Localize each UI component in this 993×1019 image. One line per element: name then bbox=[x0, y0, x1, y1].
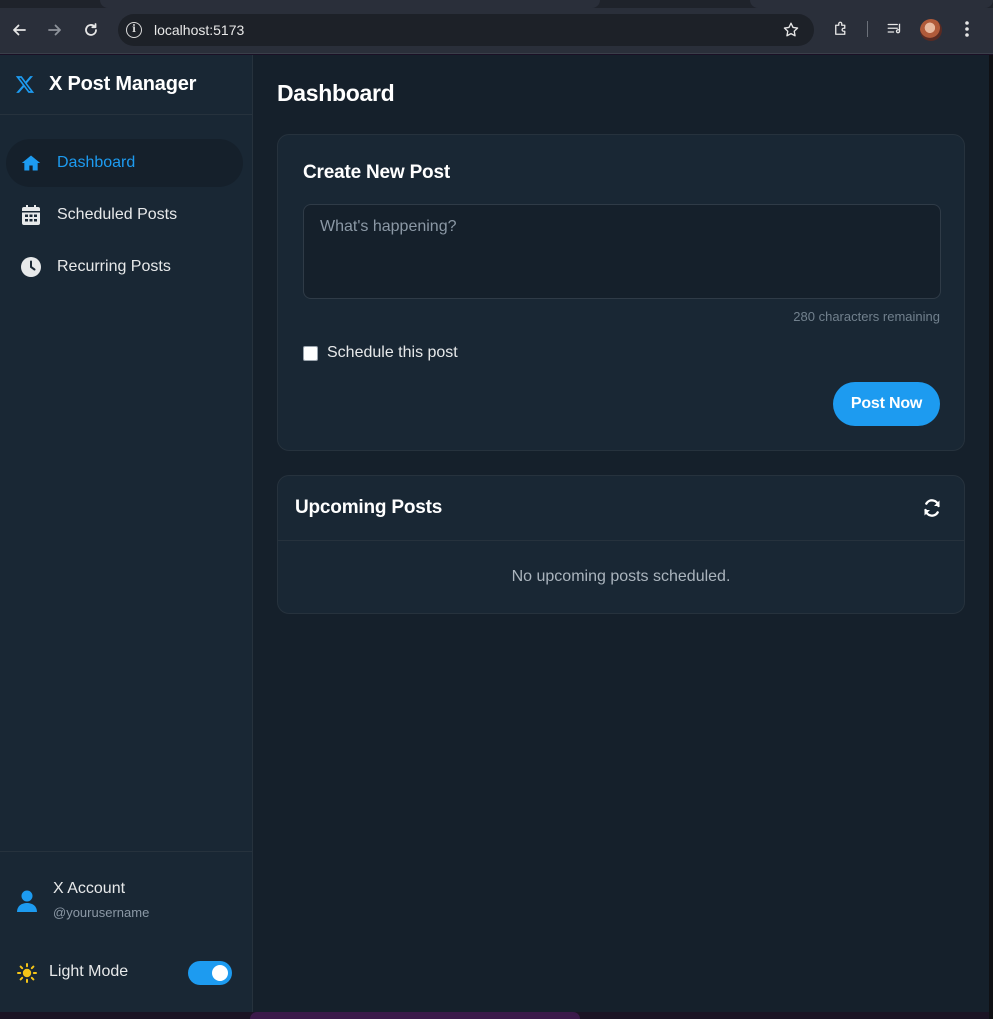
upcoming-posts-header: Upcoming Posts bbox=[278, 476, 964, 541]
site-info-icon[interactable]: i bbox=[126, 22, 142, 38]
character-counter: 280 characters remaining bbox=[793, 309, 940, 324]
sidebar: X Post Manager Dashboard Scheduled Posts… bbox=[0, 55, 253, 1012]
desktop-glow bbox=[250, 1012, 580, 1019]
create-post-card: Create New Post 280 characters remaining… bbox=[277, 134, 965, 451]
reload-icon[interactable] bbox=[79, 18, 103, 42]
post-now-button[interactable]: Post Now bbox=[833, 382, 940, 426]
account-panel: X Account @yourusername Light Mode bbox=[0, 851, 252, 1012]
back-icon[interactable] bbox=[7, 18, 31, 42]
forward-icon[interactable] bbox=[43, 18, 67, 42]
browser-tab[interactable] bbox=[100, 0, 600, 8]
account-handle: @yourusername bbox=[53, 905, 150, 920]
theme-toggle-switch[interactable] bbox=[188, 961, 232, 985]
schedule-checkbox[interactable] bbox=[303, 345, 318, 361]
app-root: X Post Manager Dashboard Scheduled Posts… bbox=[0, 55, 989, 1012]
toolbar-separator bbox=[867, 21, 868, 37]
clock-icon bbox=[21, 257, 41, 277]
sidebar-item-scheduled-posts[interactable]: Scheduled Posts bbox=[6, 191, 243, 239]
address-url[interactable]: localhost:5173 bbox=[154, 22, 244, 38]
sidebar-item-label: Recurring Posts bbox=[57, 258, 171, 275]
account-name: X Account bbox=[53, 880, 126, 897]
tab-strip bbox=[0, 0, 993, 8]
create-post-title: Create New Post bbox=[303, 162, 450, 183]
sidebar-item-label: Scheduled Posts bbox=[57, 206, 178, 223]
theme-toggle-row: Light Mode bbox=[0, 958, 252, 988]
browser-toolbar: i localhost:5173 bbox=[0, 0, 993, 54]
empty-state-text: No upcoming posts scheduled. bbox=[511, 568, 731, 585]
app-name: X Post Manager bbox=[49, 73, 197, 95]
menu-icon[interactable] bbox=[956, 18, 978, 40]
schedule-label[interactable]: Schedule this post bbox=[327, 344, 458, 362]
upcoming-posts-title: Upcoming Posts bbox=[295, 497, 443, 518]
sidebar-item-label: Dashboard bbox=[57, 154, 136, 171]
sidebar-item-recurring-posts[interactable]: Recurring Posts bbox=[6, 243, 243, 291]
schedule-option[interactable]: Schedule this post bbox=[303, 344, 458, 362]
window-edge bbox=[989, 55, 993, 1019]
bookmark-star-icon[interactable] bbox=[782, 21, 800, 44]
browser-tab[interactable] bbox=[750, 0, 993, 8]
sidebar-item-dashboard[interactable]: Dashboard bbox=[6, 139, 243, 187]
extensions-icon[interactable] bbox=[830, 18, 852, 40]
address-bar[interactable]: i localhost:5173 bbox=[118, 14, 814, 46]
post-compose-input[interactable] bbox=[303, 204, 941, 299]
toggle-knob bbox=[212, 965, 228, 981]
refresh-icon[interactable] bbox=[922, 498, 942, 518]
sidebar-nav: Dashboard Scheduled Posts Recurring Post… bbox=[0, 139, 252, 295]
desktop-strip bbox=[0, 1012, 989, 1019]
profile-avatar[interactable] bbox=[920, 19, 942, 41]
user-icon bbox=[17, 890, 37, 912]
calendar-icon bbox=[21, 205, 41, 225]
upcoming-posts-card: Upcoming Posts No upcoming posts schedul… bbox=[277, 475, 965, 614]
x-logo-icon bbox=[15, 75, 35, 95]
page-title: Dashboard bbox=[277, 80, 395, 106]
app-brand: X Post Manager bbox=[0, 55, 252, 115]
theme-label: Light Mode bbox=[49, 963, 129, 980]
home-icon bbox=[21, 153, 41, 173]
media-controls-icon[interactable] bbox=[884, 18, 906, 40]
sun-icon bbox=[17, 963, 37, 983]
